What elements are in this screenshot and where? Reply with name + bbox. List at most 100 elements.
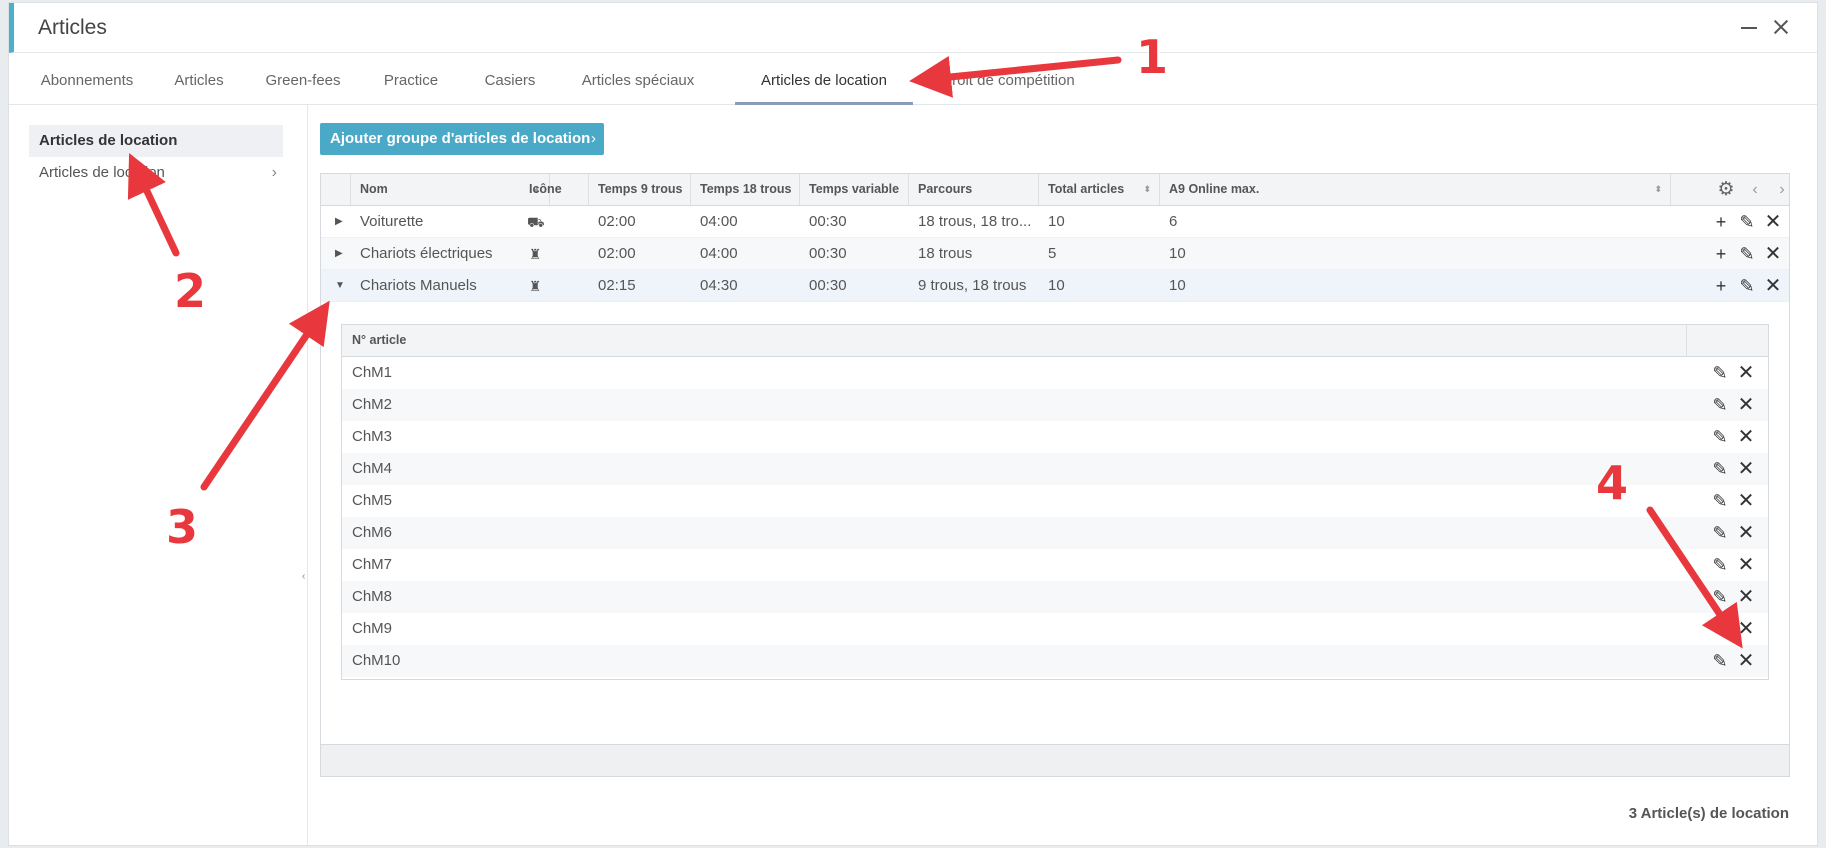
cell-total: 5 xyxy=(1048,245,1057,262)
delete-icon[interactable]: ✕ xyxy=(1736,587,1756,607)
edit-icon[interactable]: ✎ xyxy=(1710,651,1730,671)
header-temps-9-trous[interactable]: Temps 9 trous xyxy=(589,174,691,205)
header-temps-18-trous[interactable]: Temps 18 trous xyxy=(691,174,800,205)
cell-t18: 04:00 xyxy=(700,213,738,230)
chevron-right-icon[interactable]: › xyxy=(1773,179,1791,201)
edit-icon[interactable]: ✎ xyxy=(1737,276,1757,296)
item-number: ChM2 xyxy=(352,396,393,413)
delete-icon[interactable]: ✕ xyxy=(1736,427,1756,447)
cell-t18: 04:00 xyxy=(700,245,738,262)
delete-icon[interactable]: ✕ xyxy=(1736,555,1756,575)
status-count: 3 Article(s) de location xyxy=(1628,805,1789,822)
list-item[interactable]: ChM7 ✎ ✕ xyxy=(342,549,1768,581)
edit-icon[interactable]: ✎ xyxy=(1737,244,1757,264)
delete-icon[interactable]: ✕ xyxy=(1736,523,1756,543)
edit-icon[interactable]: ✎ xyxy=(1710,459,1730,479)
collapse-handle-icon[interactable]: ‹ xyxy=(302,571,310,583)
tab-practice[interactable]: Practice xyxy=(367,53,455,105)
list-item[interactable]: ChM9 ✎ ✕ xyxy=(342,613,1768,645)
item-number: ChM6 xyxy=(352,524,393,541)
chevron-right-icon: › xyxy=(591,130,596,147)
annotation-number-3: 3 xyxy=(166,500,199,554)
chevron-left-icon[interactable]: ‹ xyxy=(1746,179,1764,201)
cell-parcours: 18 trous, 18 tro... xyxy=(918,213,1032,230)
subgrid-header: N° article xyxy=(342,325,1768,357)
delete-icon[interactable]: ✕ xyxy=(1763,212,1783,232)
tab-green-fees[interactable]: Green-fees xyxy=(249,53,357,105)
list-item[interactable]: ChM2 ✎ ✕ xyxy=(342,389,1768,421)
delete-icon[interactable]: ✕ xyxy=(1736,491,1756,511)
cell-tvar: 00:30 xyxy=(809,277,847,294)
cell-nom: Chariots Manuels xyxy=(360,277,477,294)
sort-icon: ⬍ xyxy=(1143,184,1151,194)
delete-icon[interactable]: ✕ xyxy=(1736,363,1756,383)
gear-icon[interactable]: ⚙ xyxy=(1715,179,1737,201)
cell-t9: 02:15 xyxy=(598,277,636,294)
expand-icon[interactable]: ▶ xyxy=(335,206,349,238)
minimize-icon[interactable] xyxy=(1737,15,1761,39)
delete-icon[interactable]: ✕ xyxy=(1763,276,1783,296)
header-parcours[interactable]: Parcours xyxy=(909,174,1039,205)
add-rental-group-button[interactable]: Ajouter groupe d'articles de location › xyxy=(320,123,604,155)
delete-icon[interactable]: ✕ xyxy=(1736,619,1756,639)
delete-icon[interactable]: ✕ xyxy=(1763,244,1783,264)
edit-icon[interactable]: ✎ xyxy=(1710,363,1730,383)
golf-cart-icon: ⛟ xyxy=(527,214,545,230)
list-item[interactable]: ChM1 ✎ ✕ xyxy=(342,357,1768,389)
delete-icon[interactable]: ✕ xyxy=(1736,651,1756,671)
list-item[interactable]: ChM3 ✎ ✕ xyxy=(342,421,1768,453)
header-separator xyxy=(1686,325,1687,356)
delete-icon[interactable]: ✕ xyxy=(1736,459,1756,479)
tab-articles-de-location[interactable]: Articles de location xyxy=(735,53,913,105)
sidebar-item-articles-de-location[interactable]: Articles de location xyxy=(29,125,283,157)
list-item[interactable]: ChM10 ✎ ✕ xyxy=(342,645,1768,677)
cell-t18: 04:30 xyxy=(700,277,738,294)
add-icon[interactable]: + xyxy=(1711,212,1731,232)
window-title: Articles xyxy=(38,16,107,39)
tab-droit-de-competition[interactable]: Droit de compétition xyxy=(923,53,1093,105)
edit-icon[interactable]: ✎ xyxy=(1710,523,1730,543)
header-total-articles[interactable]: Total articles ⬍ xyxy=(1039,174,1160,205)
delete-icon[interactable]: ✕ xyxy=(1736,395,1756,415)
add-icon[interactable]: + xyxy=(1711,244,1731,264)
close-icon[interactable] xyxy=(1769,15,1793,39)
cell-max: 10 xyxy=(1169,245,1186,262)
tab-articles-speciaux[interactable]: Articles spéciaux xyxy=(563,53,713,105)
edit-icon[interactable]: ✎ xyxy=(1710,395,1730,415)
tab-abonnements[interactable]: Abonnements xyxy=(27,53,147,105)
edit-icon[interactable]: ✎ xyxy=(1710,491,1730,511)
table-row-expanded[interactable]: ▼ Chariots Manuels ♜ 02:15 04:30 00:30 9… xyxy=(321,270,1789,302)
list-item[interactable]: ChM4 ✎ ✕ xyxy=(342,453,1768,485)
edit-icon[interactable]: ✎ xyxy=(1710,555,1730,575)
tab-bar: Abonnements Articles Green-fees Practice… xyxy=(9,53,1817,105)
edit-icon[interactable]: ✎ xyxy=(1710,427,1730,447)
add-rental-group-label: Ajouter groupe d'articles de location xyxy=(330,130,591,147)
header-expander xyxy=(321,174,351,205)
edit-icon[interactable]: ✎ xyxy=(1737,212,1757,232)
header-icone[interactable]: Icône xyxy=(520,174,589,205)
edit-icon[interactable]: ✎ xyxy=(1710,619,1730,639)
item-number: ChM3 xyxy=(352,428,393,445)
collapse-icon[interactable]: ▼ xyxy=(335,270,349,302)
tab-articles[interactable]: Articles xyxy=(159,53,239,105)
annotation-number-4: 4 xyxy=(1596,456,1629,510)
table-row[interactable]: ▶ Chariots électriques ♜ 02:00 04:00 00:… xyxy=(321,238,1789,270)
grid-footer xyxy=(321,744,1789,776)
list-item[interactable]: ChM8 ✎ ✕ xyxy=(342,581,1768,613)
expand-icon[interactable]: ▶ xyxy=(335,238,349,270)
header-temps-variable[interactable]: Temps variable xyxy=(800,174,909,205)
list-item[interactable]: ChM5 ✎ ✕ xyxy=(342,485,1768,517)
header-numero-article[interactable]: N° article xyxy=(342,325,406,356)
tab-casiers[interactable]: Casiers xyxy=(467,53,553,105)
header-a9-online-max[interactable]: A9 Online max. ⬍ xyxy=(1160,174,1671,205)
sidebar-item-label: Articles de location xyxy=(39,132,178,149)
list-item[interactable]: ChM6 ✎ ✕ xyxy=(342,517,1768,549)
edit-icon[interactable]: ✎ xyxy=(1710,587,1730,607)
item-number: ChM5 xyxy=(352,492,393,509)
sidebar-item-articles-de-location-sub[interactable]: Articles de location › xyxy=(29,157,283,189)
cell-tvar: 00:30 xyxy=(809,245,847,262)
rental-items-subgrid: N° article ChM1 ✎ ✕ ChM2 ✎ ✕ ChM3 ✎ ✕ ChM4 ✎ ✕ C… xyxy=(341,324,1769,680)
table-row[interactable]: ▶ Voiturette ⛟ 02:00 04:00 00:30 18 trou… xyxy=(321,206,1789,238)
title-bar: Articles xyxy=(9,3,1817,53)
add-icon[interactable]: + xyxy=(1711,276,1731,296)
